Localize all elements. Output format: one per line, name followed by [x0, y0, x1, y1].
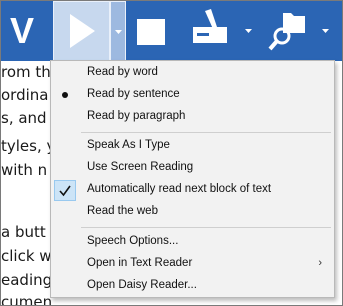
play-button[interactable]	[53, 1, 110, 61]
document-text-line: ordina	[1, 86, 49, 104]
menu-item-label: Read by paragraph	[87, 110, 186, 122]
document-text-line: rom th	[1, 63, 51, 81]
play-options-dropdown[interactable]	[110, 1, 126, 61]
menu-item-label: Use Screen Reading	[87, 161, 194, 173]
menu-item-label: Open Daisy Reader...	[87, 279, 197, 291]
selected-bullet-icon	[62, 92, 68, 98]
scan-dropdown-icon[interactable]	[244, 26, 254, 36]
menu-item-read-the-web[interactable]: Read the web	[51, 202, 334, 223]
menu-item-read-by-paragraph[interactable]: Read by paragraph	[51, 107, 334, 128]
chevron-down-icon	[115, 30, 122, 34]
menu-item-label: Automatically read next block of text	[87, 183, 272, 195]
play-icon	[70, 14, 95, 48]
menu-item-label: Read the web	[87, 205, 158, 217]
speech-dropdown-menu: Read by word Read by sentence Read by pa…	[50, 60, 335, 298]
chevron-right-icon: ›	[318, 257, 322, 269]
scanner-icon	[193, 9, 227, 43]
menu-item-open-in-text-reader[interactable]: Open in Text Reader ›	[51, 254, 334, 275]
menu-item-read-by-word[interactable]: Read by word	[51, 63, 334, 84]
folder-dropdown-icon[interactable]	[321, 26, 331, 36]
menu-item-speech-options[interactable]: Speech Options...	[51, 232, 334, 253]
menu-item-label: Read by word	[87, 66, 158, 78]
menu-separator	[81, 132, 331, 133]
menu-item-use-screen-reading[interactable]: Use Screen Reading	[51, 158, 334, 179]
folder-search-icon	[268, 13, 305, 51]
open-folder-button[interactable]	[263, 5, 313, 55]
document-text-line: cumen	[1, 293, 53, 306]
menu-item-label: Speech Options...	[87, 235, 179, 247]
document-text-line: with n	[1, 161, 48, 179]
menu-item-read-by-sentence[interactable]: Read by sentence	[51, 85, 334, 106]
app-window: V rom th ordina s, and S tyles, y with n…	[0, 0, 343, 306]
menu-item-speak-as-i-type[interactable]: Speak As I Type	[51, 136, 334, 157]
stop-icon	[137, 19, 165, 45]
menu-item-label: Open in Text Reader	[87, 257, 193, 269]
scan-button[interactable]	[187, 5, 237, 55]
menu-separator	[81, 227, 331, 228]
menu-item-label: Read by sentence	[87, 88, 180, 100]
menu-item-auto-read-next-block[interactable]: Automatically read next block of text	[51, 180, 334, 201]
app-logo: V	[10, 10, 35, 51]
menu-item-open-daisy-reader[interactable]: Open Daisy Reader...	[51, 276, 334, 297]
document-text-line: tyles, y	[1, 137, 56, 155]
document-text-line: eading	[1, 271, 53, 289]
toolbar: V	[1, 1, 342, 61]
stop-button[interactable]	[129, 9, 173, 53]
checkmark-icon	[59, 185, 71, 197]
menu-item-label: Speak As I Type	[87, 139, 170, 151]
document-text-line: a butt	[1, 223, 46, 241]
